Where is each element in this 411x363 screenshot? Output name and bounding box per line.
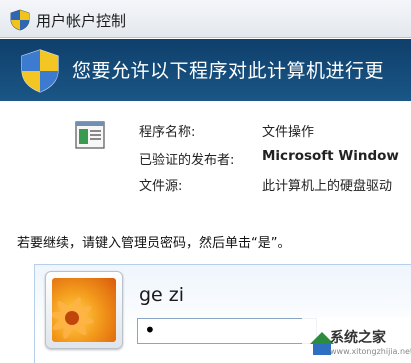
file-source-label: 文件源: — [139, 179, 183, 194]
publisher-value: Microsoft Window — [262, 148, 399, 164]
watermark-url: www.xitongzhijia.net — [330, 347, 411, 356]
watermark-text: 系统之家 — [330, 330, 386, 346]
publisher-label: 已验证的发布者: — [139, 153, 235, 168]
uac-header: 您要允许以下程序对此计算机进行更 — [0, 39, 411, 101]
program-name-label: 程序名称: — [139, 125, 196, 140]
password-input[interactable]: • — [137, 318, 317, 344]
uac-shield-icon — [21, 49, 59, 93]
uac-question: 您要允许以下程序对此计算机进行更 — [72, 60, 385, 82]
title-bar: 用户帐户控制 — [0, 0, 411, 38]
program-window-icon — [75, 121, 105, 149]
avatar — [52, 278, 116, 342]
program-name-value: 文件操作 — [262, 125, 315, 140]
window-title: 用户帐户控制 — [36, 12, 127, 30]
file-source-value: 此计算机上的硬盘驱动 — [262, 179, 393, 194]
instruction-text: 若要继续，请键入管理员密码，然后单击“是”。 — [17, 236, 291, 251]
shield-icon — [10, 9, 30, 31]
program-info: 程序名称: 文件操作 已验证的发布者: Microsoft Window 文件源… — [0, 101, 411, 211]
username: ge zi — [139, 284, 185, 306]
